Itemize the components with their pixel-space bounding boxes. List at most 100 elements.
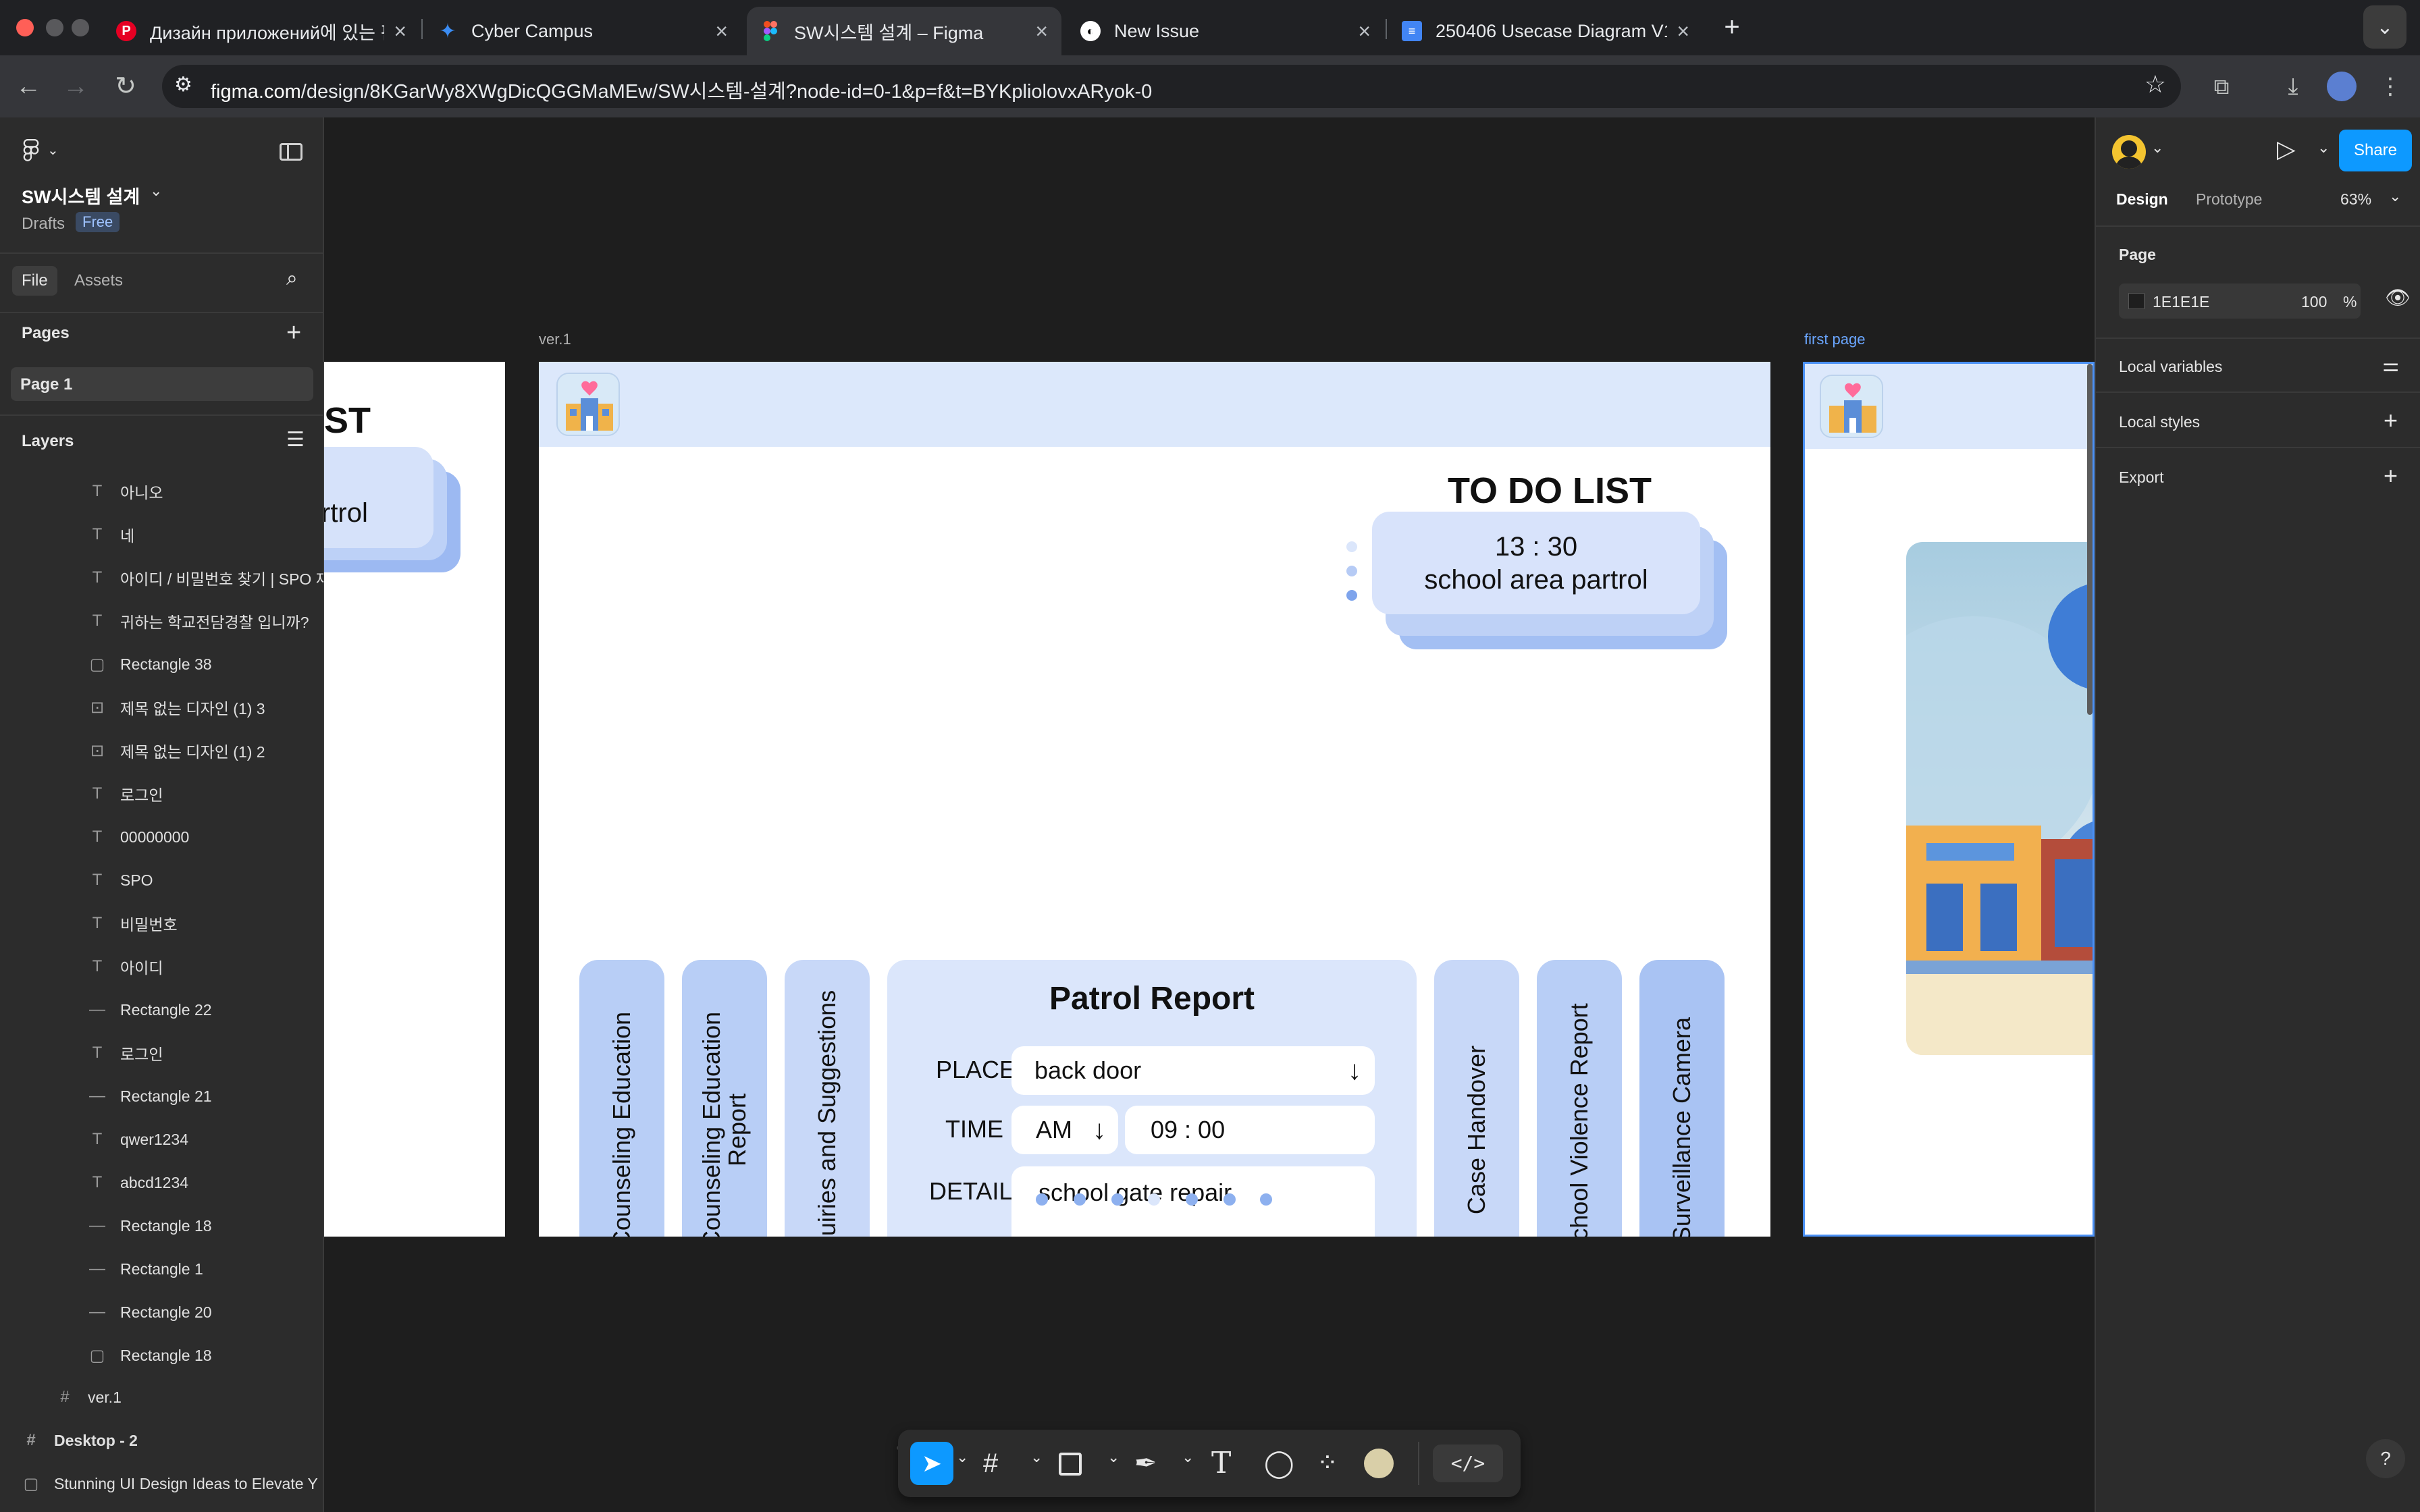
page-dot[interactable] [1074,1193,1086,1206]
file-name[interactable]: SW시스템 설계 [22,182,140,209]
menu-surveillance-camera[interactable]: Surveillance Camera [1639,960,1725,1237]
local-styles-label[interactable]: Local styles [2119,413,2200,431]
layer-row[interactable]: T 아이디 [0,945,324,988]
layer-row[interactable]: Tabcd1234 [0,1161,324,1204]
frame-tool-icon[interactable]: # [983,1442,998,1485]
tab-figma[interactable]: SW시스템 설계 – Figma × [747,7,1061,55]
page-dot[interactable] [1111,1193,1124,1206]
url-bar[interactable]: ⚙ figma.com/design/8KGarWy8XWgDicQGGMaME… [162,65,2181,108]
layer-row[interactable]: ⊡ 제목 없는 디자인 (1) 2 [0,729,324,772]
page-dot[interactable] [1036,1193,1048,1206]
layer-frame-desktop-2[interactable]: # Desktop - 2 [0,1419,324,1462]
tab-cyber-campus[interactable]: ✦ Cyber Campus × [424,7,741,55]
layer-row[interactable]: ▢ Rectangle 18 [0,1334,324,1377]
tab-pinterest[interactable]: P Дизайн приложений에 있는 핀 × [103,7,420,55]
figma-main-menu[interactable]: ⌄ [23,139,63,166]
new-tab-button[interactable]: + [1715,5,1749,49]
site-info-icon[interactable]: ⚙ [174,73,192,97]
layer-row[interactable]: Tqwer1234 [0,1118,324,1161]
user-avatar[interactable] [2112,135,2146,169]
layer-row[interactable]: — Rectangle 21 [0,1075,324,1118]
drafts-label[interactable]: Drafts [22,215,65,234]
page-dot[interactable] [1260,1193,1272,1206]
tab-google-docs[interactable]: ≡ 250406 Usecase Diagram V1 × [1388,7,1703,55]
page-row-selected[interactable]: Page 1 [11,367,313,401]
close-tab-icon[interactable]: × [1358,19,1371,44]
export-label[interactable]: Export [2119,468,2163,487]
layer-row[interactable]: ⊡ 제목 없는 디자인 (1) 3 [0,686,324,729]
tab-assets[interactable]: Assets [74,271,123,290]
page-dot[interactable] [1186,1193,1198,1206]
layer-row[interactable]: T네 [0,513,324,556]
menu-counseling-education[interactable]: Counseling Education [579,960,664,1237]
plugin-avatar-icon[interactable] [1364,1449,1394,1478]
reload-button[interactable]: ↻ [109,70,142,103]
layers-list-icon[interactable]: ☰ [286,428,305,452]
close-tab-icon[interactable]: × [1677,19,1689,44]
layer-row[interactable]: — Rectangle 1 [0,1247,324,1291]
layer-frame-ver1[interactable]: # ver.1 [0,1376,324,1419]
text-tool-icon[interactable]: T [1211,1442,1231,1485]
frame-ver1[interactable]: TO DO LIST 13 : 30 school area partrol C… [539,362,1770,1237]
actions-tool-icon[interactable]: ⁘ [1317,1442,1338,1485]
layer-row[interactable]: T 아이디 / 비밀번호 찾기 | SPO 재발 [0,556,324,599]
frame-first-page[interactable] [1803,362,2095,1237]
menu-inquiries-suggestions[interactable]: Inquiries and Suggestions [785,960,870,1237]
rectangle-tool-icon[interactable] [1059,1453,1082,1476]
download-icon[interactable]: ⤓ [2277,70,2309,103]
layer-row[interactable]: T 로그인 [0,772,324,815]
tab-search-chevron-icon[interactable]: ⌄ [2363,5,2406,49]
place-select[interactable]: back door ↓ [1011,1046,1375,1095]
add-style-icon[interactable]: + [2384,406,2398,435]
time-input[interactable]: 09 : 00 [1125,1106,1375,1154]
figma-canvas[interactable]: ST rtrol ver.1 TO DO LIST 13 : 30 school… [324,117,2095,1444]
layer-row[interactable]: — Rectangle 18 [0,1204,324,1247]
add-page-icon[interactable]: + [286,319,301,348]
layer-row[interactable]: — Rectangle 22 [0,988,324,1031]
add-export-icon[interactable]: + [2384,462,2398,490]
comment-tool-icon[interactable]: ◯ [1264,1442,1294,1485]
bookmark-star-icon[interactable]: ☆ [2145,70,2166,99]
profile-avatar[interactable] [2327,72,2357,101]
close-tab-icon[interactable]: × [1035,19,1048,44]
layer-row[interactable]: T 아니오 [0,470,324,513]
frame-label-ver1[interactable]: ver.1 [539,331,571,348]
chevron-down-icon[interactable]: ⌄ [1030,1449,1043,1466]
menu-counseling-education-report[interactable]: Counseling Education Report [682,960,767,1237]
layer-row[interactable]: ▢ Rectangle 38 [0,643,324,686]
chevron-down-icon[interactable]: ⌄ [1107,1449,1120,1466]
pen-tool-icon[interactable]: ✒ [1134,1442,1157,1485]
page-fill-input[interactable]: 1E1E1E 100 % [2119,284,2361,319]
help-button[interactable]: ? [2366,1439,2405,1478]
layer-row[interactable]: T 비밀번호 [0,902,324,945]
tab-github[interactable]: ◐ New Issue × [1067,7,1384,55]
close-tab-icon[interactable]: × [394,19,406,44]
tab-prototype[interactable]: Prototype [2196,190,2262,209]
layer-row[interactable]: T SPO [0,859,324,902]
chevron-down-icon[interactable]: ⌄ [2317,139,2330,157]
close-tab-icon[interactable]: × [715,19,728,44]
layer-row[interactable]: — Rectangle 20 [0,1291,324,1334]
frame-scrollbar[interactable] [2087,364,2093,715]
menu-case-handover[interactable]: Case Handover [1434,960,1519,1237]
page-dot[interactable] [1224,1193,1236,1206]
layer-row[interactable]: T 00000000 [0,815,324,859]
local-variables-label[interactable]: Local variables [2119,358,2222,376]
zoom-level[interactable]: 63% [2340,190,2371,209]
chevron-down-icon[interactable]: ⌄ [1182,1449,1194,1466]
frame-label-first-page[interactable]: first page [1804,331,1866,348]
search-icon[interactable]: ⌕ [286,267,298,290]
extensions-icon[interactable]: ⧉ [2205,70,2238,103]
layer-row[interactable]: T 귀하는 학교전담경찰 입니까? [0,599,324,643]
layer-row[interactable]: T 로그인 [0,1031,324,1075]
maximize-window-button[interactable] [72,19,89,36]
move-tool-icon[interactable]: ➤ [910,1442,953,1485]
url-text[interactable]: figma.com/design/8KGarWy8XWgDicQGGMaMEw/… [211,76,1152,104]
menu-school-violence-report[interactable]: School Violence Report [1537,960,1622,1237]
variables-adjust-icon[interactable]: ⚌ [2382,354,2399,376]
color-swatch[interactable] [2128,293,2145,309]
chevron-down-icon[interactable]: ⌄ [2389,188,2401,205]
close-window-button[interactable] [16,19,34,36]
present-play-icon[interactable]: ▷ [2277,135,2296,163]
chevron-down-icon[interactable]: ⌄ [2151,139,2163,157]
